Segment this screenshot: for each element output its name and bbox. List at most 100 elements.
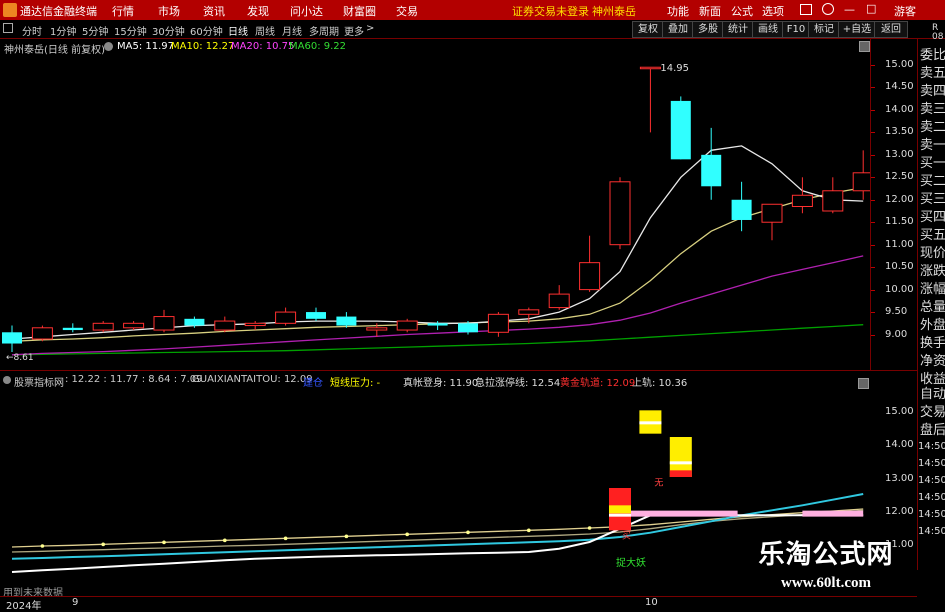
menu-hangqing[interactable]: 行情 <box>112 3 134 19</box>
main-axis-tick-mark <box>871 199 875 201</box>
trade-time-value: 14:50 <box>918 492 945 503</box>
user-guest[interactable]: 游客 <box>894 3 916 19</box>
notice-stock[interactable]: 神州泰岳 <box>592 3 636 19</box>
quote-field-label: 委比 <box>920 48 945 63</box>
main-price-chart[interactable]: 14.95 ←8.61 <box>0 52 870 370</box>
candle-body <box>731 199 752 220</box>
quote-field-label: 涨跌 <box>920 264 945 279</box>
period-daily[interactable]: 日线 <box>228 23 248 38</box>
quote-field-label: 买五 <box>920 228 945 243</box>
signal-block-red <box>669 470 692 477</box>
chevron-right-icon[interactable]: > <box>366 23 374 34</box>
candle-body <box>366 327 388 331</box>
f10-button[interactable]: F10 <box>782 21 810 38</box>
main-chart-settings-icon[interactable] <box>859 41 870 52</box>
add-watchlist-button[interactable]: +自选 <box>838 21 876 38</box>
quote-field-label: 换手 <box>920 336 945 351</box>
ma5-label: MA5: 11.97 <box>117 41 175 52</box>
menu-jiaoyi[interactable]: 交易 <box>396 3 418 19</box>
trade-time-value: 14:50 <box>918 458 945 469</box>
main-axis-tick: 13.50 <box>885 126 914 138</box>
date-month-10: 10 <box>645 597 658 608</box>
main-axis-tick-mark <box>871 312 875 314</box>
watermark-url: www.60lt.com <box>781 575 871 591</box>
band-dot <box>283 536 288 541</box>
candle-body <box>458 323 478 333</box>
period-60min[interactable]: 60分钟 <box>190 23 223 38</box>
chart-separator <box>0 370 917 371</box>
quote-field-label: 买一 <box>920 156 945 171</box>
indicator-chart-settings-icon[interactable] <box>858 378 869 389</box>
candle-body <box>123 322 145 329</box>
menu-xuanxiang[interactable]: 选项 <box>762 3 784 19</box>
candle-body <box>396 320 418 331</box>
main-axis-tick-mark <box>871 267 875 269</box>
return-button[interactable]: 返回 <box>874 21 908 38</box>
trade-panel: 自动 交易 盘后 <box>920 386 945 440</box>
candle-body <box>92 322 114 331</box>
period-multi[interactable]: 多周期 <box>309 23 339 38</box>
period-15min[interactable]: 15分钟 <box>114 23 147 38</box>
trade-time-value: 14:50 <box>918 475 945 486</box>
quote-field-label: 总量 <box>920 300 945 315</box>
menu-xinmian[interactable]: 新面 <box>699 3 721 19</box>
date-year-label: 2024年 <box>6 601 42 612</box>
duogu-button[interactable]: 多股 <box>692 21 724 38</box>
menu-wenxiaoda[interactable]: 问小达 <box>290 3 323 19</box>
signal-block-stripe-3 <box>609 513 631 517</box>
menu-caifuquan[interactable]: 财富圈 <box>343 3 376 19</box>
main-axis-tick-mark <box>871 132 875 134</box>
period-more[interactable]: 更多 <box>344 23 364 38</box>
restore-icon[interactable]: □ <box>866 2 876 15</box>
settings-gear-icon[interactable] <box>104 42 113 51</box>
trade-time-value: 14:50 <box>918 509 945 520</box>
quote-panel: 委比 卖五 卖四 卖三 卖二 卖一 买一 买二 买三 买四 买五 现价 涨跌 涨幅 总量 外盘 换手 净资 收益 <box>920 47 945 389</box>
ma20-label: MA20: 10.75 <box>231 41 295 52</box>
menu-gongneng[interactable]: 功能 <box>667 3 689 19</box>
signal-block-stripe <box>639 421 662 425</box>
signal-text-buy: 买 <box>622 531 631 542</box>
main-axis-tick: 10.50 <box>885 261 914 273</box>
quote-field-label: 涨幅 <box>920 282 945 297</box>
trade-times: 14:50 14:50 14:50 14:50 14:50 14:50 <box>918 438 945 540</box>
main-axis-tick-mark <box>871 289 875 291</box>
menu-shichang[interactable]: 市场 <box>158 3 180 19</box>
menu-zixun[interactable]: 资讯 <box>203 3 225 19</box>
diejia-button[interactable]: 叠加 <box>662 21 694 38</box>
period-fenshi[interactable]: 分时 <box>22 23 42 38</box>
menu-faxian[interactable]: 发现 <box>247 3 269 19</box>
mail-icon[interactable] <box>800 4 812 15</box>
huaxian-button[interactable]: 画线 <box>752 21 784 38</box>
toggle-panel-icon[interactable] <box>3 23 13 33</box>
fuquan-button[interactable]: 复权 <box>632 21 664 38</box>
indicator-settings-icon[interactable] <box>3 376 11 384</box>
ma60-label: MA60: 9.22 <box>289 41 347 52</box>
period-1min[interactable]: 1分钟 <box>50 23 76 38</box>
period-30min[interactable]: 30分钟 <box>152 23 185 38</box>
period-monthly[interactable]: 月线 <box>282 23 302 38</box>
candle-body <box>609 181 631 246</box>
help-icon[interactable] <box>822 3 834 15</box>
app-logo-icon <box>3 3 17 17</box>
high-price-label: 14.95 <box>660 63 689 74</box>
main-axis-tick-mark <box>871 244 875 246</box>
main-axis-tick: 10.00 <box>885 283 914 295</box>
trade-field-label: 交易 <box>920 405 945 420</box>
main-axis-tick: 14.50 <box>885 81 914 93</box>
quote-field-label: 卖二 <box>920 120 945 135</box>
watermark-title: 乐淘公式网 <box>758 540 894 570</box>
minimize-icon[interactable]: — <box>844 3 855 16</box>
main-axis-tick: 14.00 <box>885 103 914 115</box>
biaoji-button[interactable]: 标记 <box>808 21 840 38</box>
period-weekly[interactable]: 周线 <box>255 23 275 38</box>
candle-body <box>548 293 570 309</box>
band-dot <box>587 526 592 530</box>
menu-gongshi[interactable]: 公式 <box>731 3 753 19</box>
main-axis-tick-mark <box>871 109 875 111</box>
period-5min[interactable]: 5分钟 <box>82 23 108 38</box>
band-dot <box>466 530 470 535</box>
candle-body <box>639 66 661 70</box>
tongji-button[interactable]: 统计 <box>722 21 754 38</box>
candle-body <box>244 322 266 327</box>
login-notice[interactable]: 证券交易未登录 <box>512 3 589 19</box>
